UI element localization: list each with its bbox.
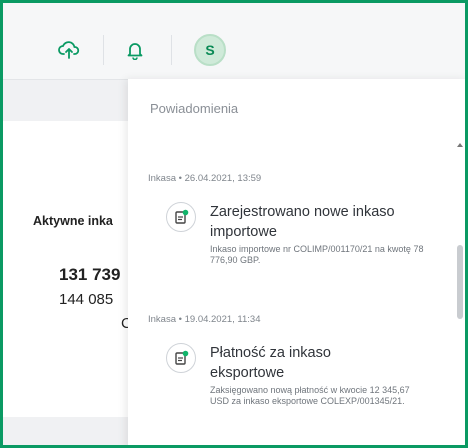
panel-scrollbar[interactable] — [456, 139, 464, 445]
app-window: S Aktywne inka 131 739 144 085 C Powiado… — [0, 0, 468, 448]
notification-item[interactable]: Inkasa • 19.04.2021, 11:34 Płatność za i… — [148, 314, 438, 429]
user-avatar[interactable]: S — [194, 34, 226, 66]
summary-value-secondary: 144 085 — [59, 291, 114, 308]
cloud-upload-icon[interactable] — [55, 37, 83, 63]
summary-value-primary: 131 739 — [59, 265, 121, 284]
notification-category: Inkasa — [148, 314, 176, 325]
notifications-panel: Powiadomienia Inkasa • 26.04.2021, 13:59 — [128, 79, 465, 445]
notification-title: Zarejestrowano nowe inkaso importowe — [210, 204, 395, 240]
notification-item[interactable]: Inkasa • 26.04.2021, 13:59 Zarejestrowan… — [148, 173, 438, 288]
notification-description: Inkaso importowe nr COLIMP/001170/21 na … — [210, 244, 424, 265]
notification-meta: Inkasa • 26.04.2021, 13:59 — [148, 173, 438, 184]
document-icon — [166, 202, 196, 232]
active-collections-title: Aktywne inka — [33, 214, 113, 228]
notification-description: Zaksięgowano nową płatność w kwocie 12 3… — [210, 385, 410, 406]
document-icon — [166, 343, 196, 373]
notifications-title: Powiadomienia — [150, 101, 239, 116]
scroll-thumb[interactable] — [457, 245, 463, 319]
notification-datetime: 19.04.2021, 11:34 — [184, 314, 261, 325]
notification-meta: Inkasa • 19.04.2021, 11:34 — [148, 314, 438, 325]
bell-icon[interactable] — [121, 37, 149, 63]
header-divider — [103, 35, 104, 65]
header-divider — [171, 35, 172, 65]
top-bar: S — [3, 3, 465, 80]
notification-category: Inkasa — [148, 173, 176, 184]
notification-title: Płatność za inkaso eksportowe — [210, 345, 331, 381]
notification-datetime: 26.04.2021, 13:59 — [184, 173, 262, 184]
scroll-up-arrow-icon[interactable] — [457, 143, 463, 147]
